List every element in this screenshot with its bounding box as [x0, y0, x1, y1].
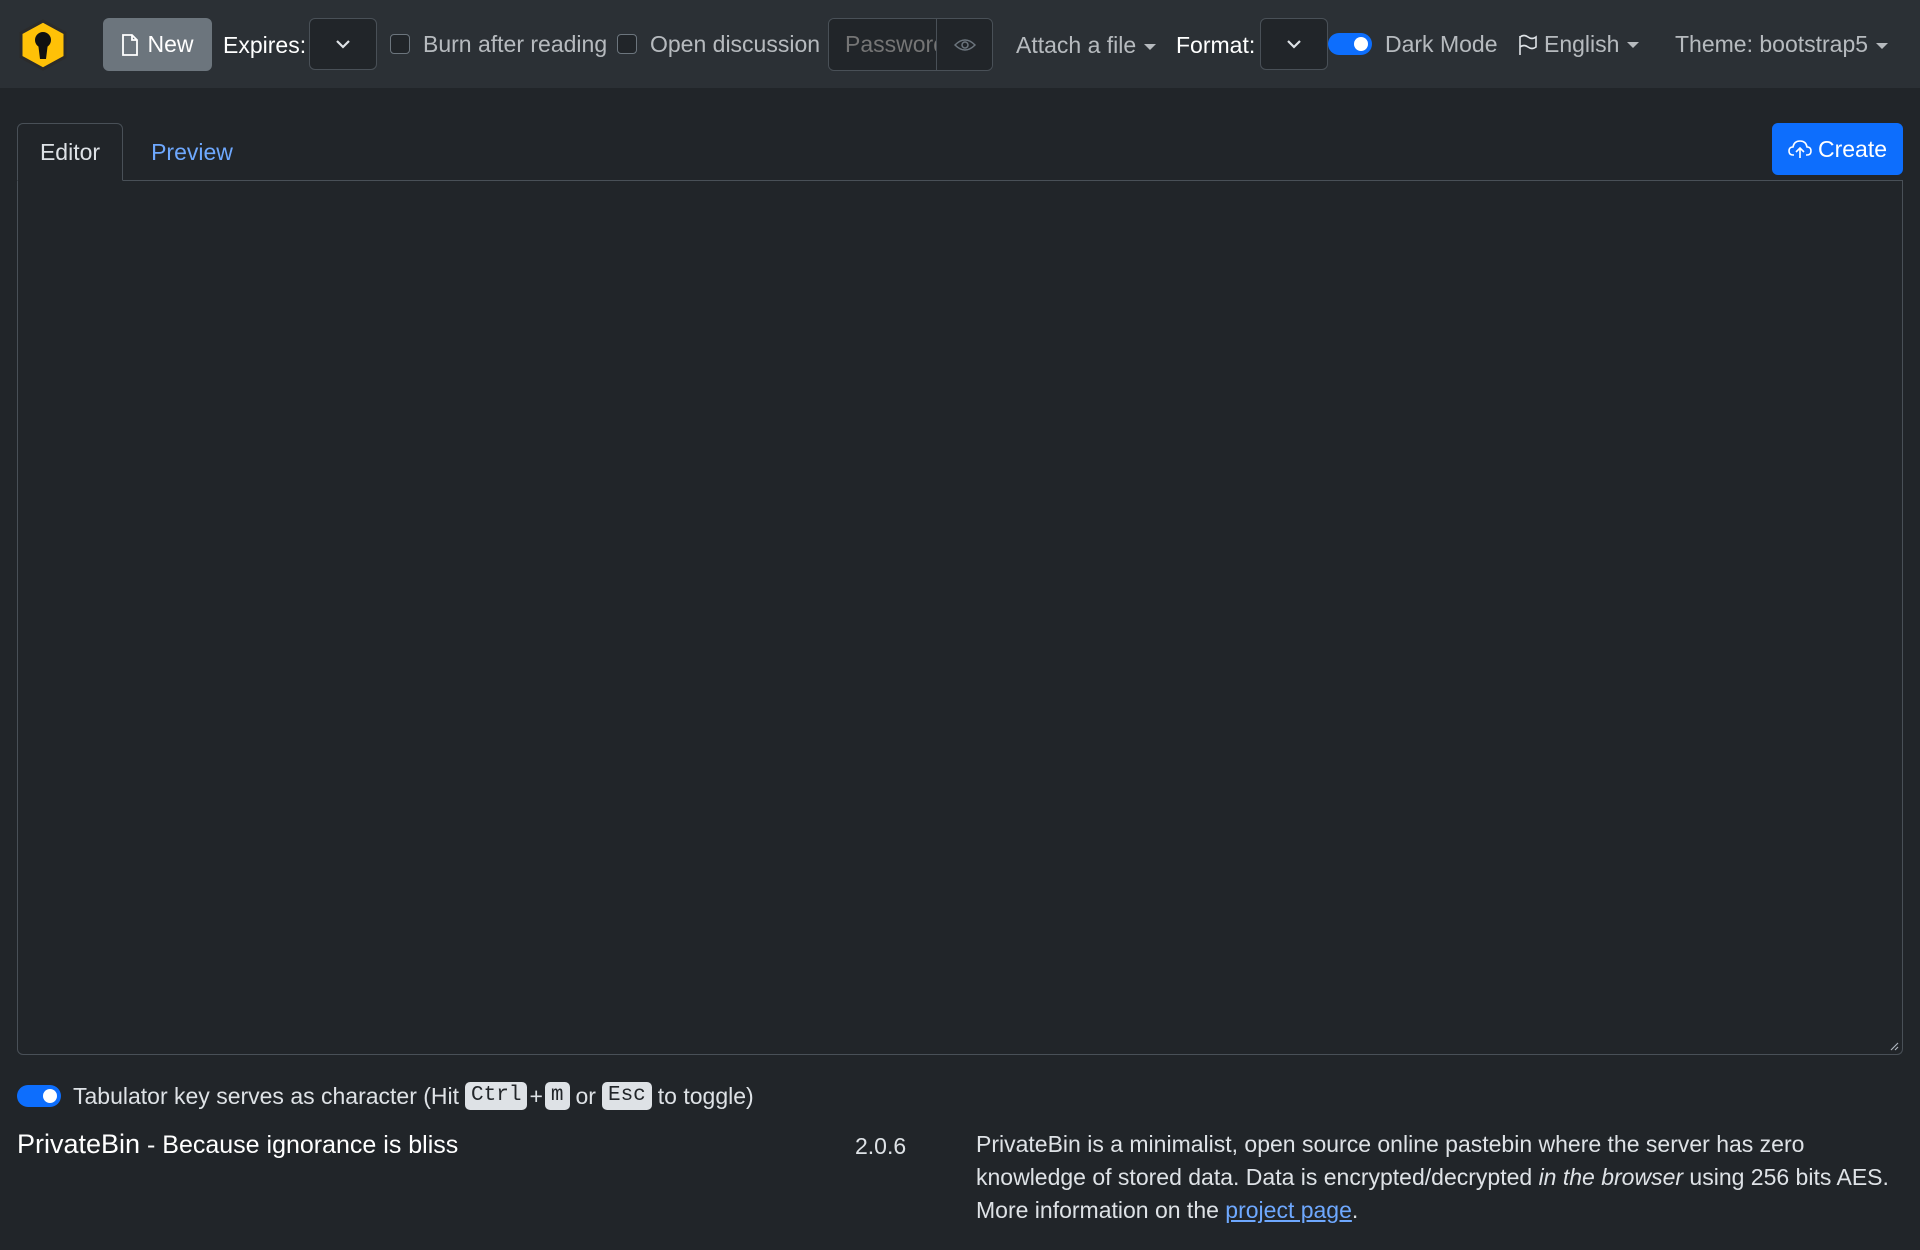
tab-key-switch[interactable] [17, 1085, 61, 1107]
resize-grip-icon[interactable] [1889, 1041, 1899, 1051]
burn-after-reading-label[interactable]: Burn after reading [423, 31, 607, 58]
esc-key: Esc [601, 1082, 652, 1110]
expires-select[interactable] [309, 18, 377, 70]
footer-brand: PrivateBin [17, 1129, 141, 1159]
about-emphasis: in the browser [1538, 1164, 1684, 1190]
plus-sign: + [529, 1082, 543, 1109]
burn-after-reading-checkbox[interactable] [390, 34, 410, 54]
m-key: m [544, 1082, 570, 1110]
language-dropdown[interactable]: English [1518, 31, 1640, 58]
dark-mode-switch[interactable] [1328, 33, 1372, 55]
or-text: or [575, 1082, 596, 1109]
cloud-upload-icon [1788, 140, 1812, 158]
show-password-button[interactable] [937, 19, 992, 70]
theme-label: Theme: bootstrap5 [1675, 31, 1869, 57]
expires-label: Expires: [223, 32, 307, 58]
footer-title: PrivateBin - Because ignorance is bliss [17, 1129, 458, 1160]
format-select[interactable] [1260, 18, 1328, 70]
paste-editor-textarea[interactable] [17, 181, 1903, 1055]
create-button-label: Create [1817, 135, 1888, 162]
about-text: PrivateBin is a minimalist, open source … [976, 1128, 1911, 1227]
tab-preview-label: Preview [151, 138, 233, 165]
tab-key-description: Tabulator key serves as character (Hit C… [73, 1082, 754, 1110]
create-button[interactable]: Create [1772, 123, 1903, 175]
tab-preview[interactable]: Preview [123, 123, 261, 181]
tab-key-toggle-row: Tabulator key serves as character (Hit C… [17, 1081, 754, 1111]
caret-down-icon [1144, 43, 1157, 50]
ctrl-key: Ctrl [465, 1082, 528, 1110]
theme-dropdown[interactable]: Theme: bootstrap5 [1675, 31, 1889, 58]
privatebin-logo-icon[interactable] [18, 19, 68, 71]
attach-file-dropdown[interactable]: Attach a file [1016, 32, 1157, 59]
chevron-down-icon [336, 40, 350, 49]
caret-down-icon [1876, 42, 1889, 49]
tab-key-suffix: to toggle) [657, 1082, 754, 1109]
flag-icon [1519, 34, 1537, 55]
new-document-icon [122, 33, 139, 56]
language-label: English [1544, 31, 1620, 57]
attach-file-label: Attach a file [1016, 32, 1137, 58]
tab-key-prefix: Tabulator key serves as character (Hit [73, 1082, 460, 1109]
tab-editor[interactable]: Editor [17, 123, 123, 181]
footer-tagline: - Because ignorance is bliss [140, 1131, 459, 1159]
caret-down-icon [1627, 41, 1640, 48]
project-page-link[interactable]: project page [1225, 1197, 1352, 1223]
about-end: . [1351, 1197, 1359, 1223]
dark-mode-label[interactable]: Dark Mode [1385, 31, 1497, 58]
version-number: 2.0.6 [855, 1133, 907, 1159]
password-group [828, 18, 993, 71]
open-discussion-label[interactable]: Open discussion [650, 31, 820, 58]
open-discussion-checkbox[interactable] [617, 34, 637, 54]
chevron-down-icon [1287, 40, 1301, 49]
password-input[interactable] [829, 19, 937, 70]
tab-editor-label: Editor [39, 138, 101, 165]
format-label: Format: [1176, 32, 1256, 58]
navbar: New Expires: Burn after reading Open dis… [0, 0, 1920, 88]
eye-icon [953, 38, 976, 51]
new-button-label: New [147, 31, 194, 57]
new-button[interactable]: New [103, 18, 212, 71]
